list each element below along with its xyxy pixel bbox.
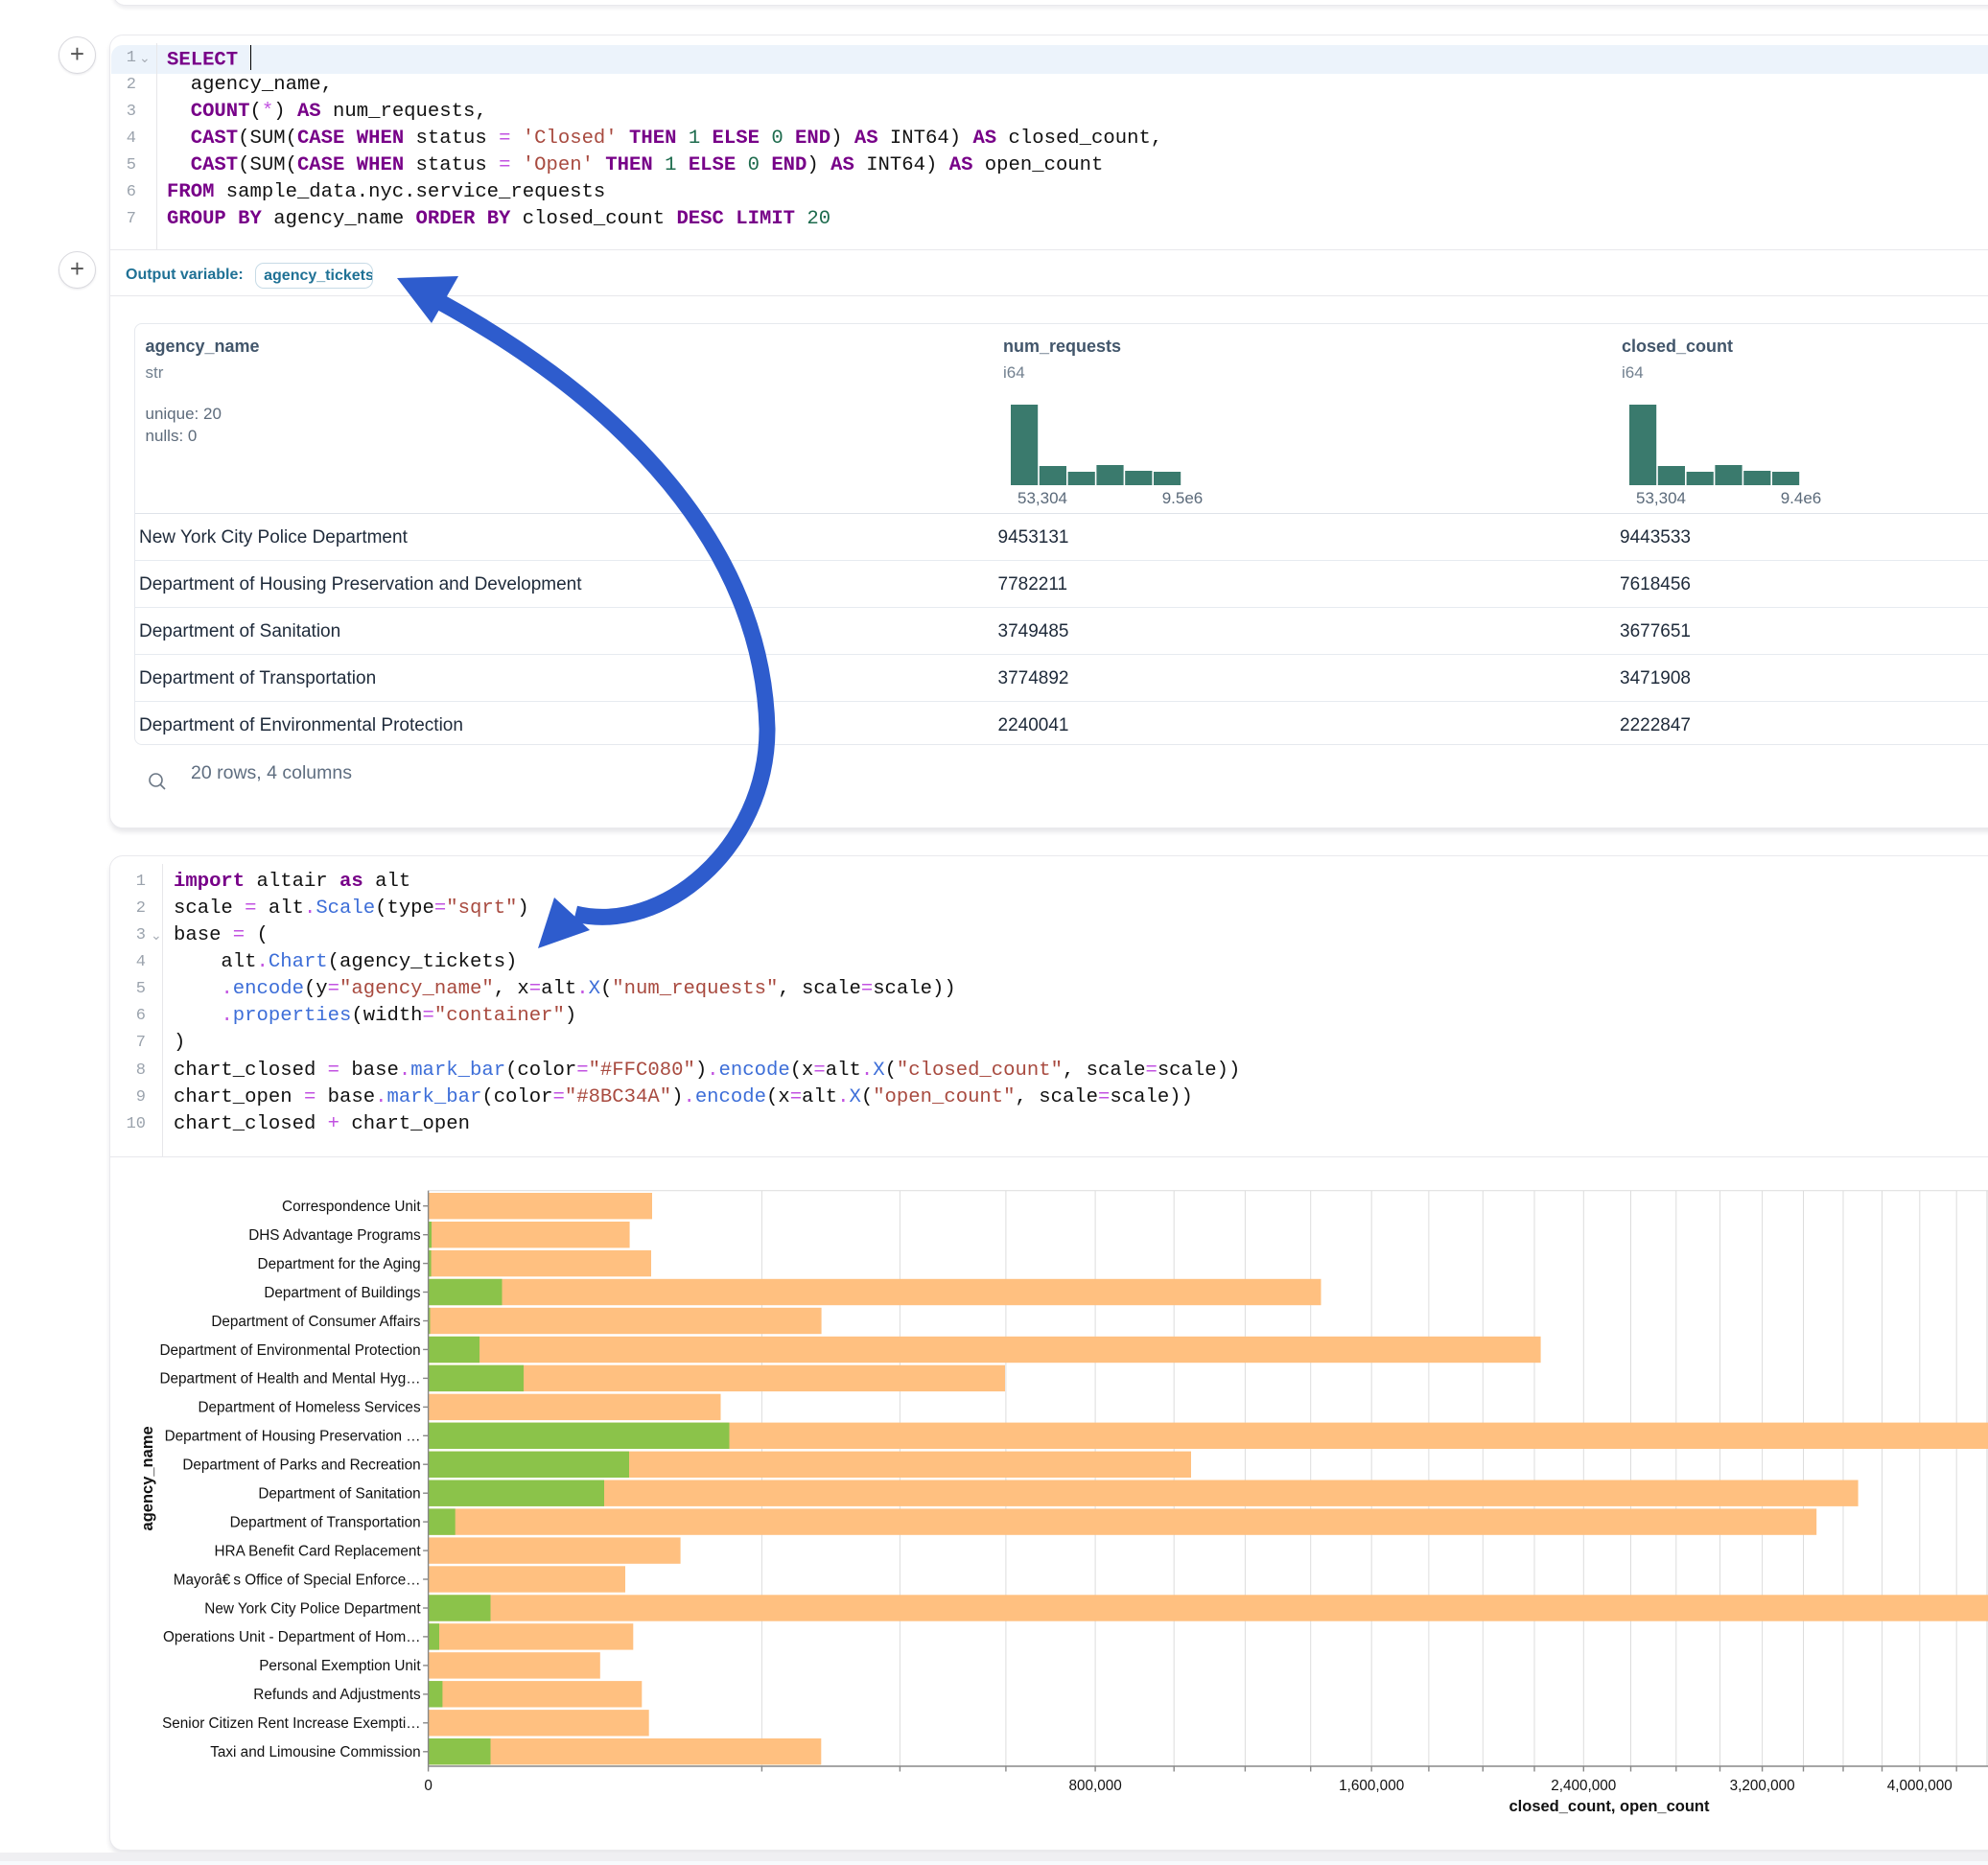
svg-text:Department for the Aging: Department for the Aging [258, 1256, 421, 1272]
svg-text:New York City Police Departmen: New York City Police Department [204, 1600, 421, 1617]
svg-text:closed_count, open_count: closed_count, open_count [1509, 1798, 1710, 1815]
svg-text:Taxi and Limousine Commission: Taxi and Limousine Commission [210, 1744, 420, 1760]
svg-text:Department of Housing Preserva: Department of Housing Preservation … [165, 1429, 421, 1445]
svg-text:4,000,000: 4,000,000 [1887, 1778, 1953, 1794]
svg-text:3,200,000: 3,200,000 [1730, 1778, 1795, 1794]
svg-text:Department of Parks and Recrea: Department of Parks and Recreation [182, 1457, 420, 1474]
svg-text:Department of Sanitation: Department of Sanitation [258, 1486, 420, 1503]
svg-text:agency_name: agency_name [139, 1426, 156, 1530]
svg-text:Department of Homeless Service: Department of Homeless Services [199, 1400, 421, 1416]
svg-text:Refunds and Adjustments: Refunds and Adjustments [253, 1687, 421, 1703]
svg-text:Department of Health and Menta: Department of Health and Mental Hyg… [160, 1371, 421, 1387]
svg-text:Department of Transportation: Department of Transportation [230, 1514, 421, 1530]
svg-text:Correspondence Unit: Correspondence Unit [282, 1199, 421, 1215]
svg-text:800,000: 800,000 [1068, 1778, 1121, 1794]
svg-text:2,400,000: 2,400,000 [1551, 1778, 1616, 1794]
svg-text:Personal Exemption Unit: Personal Exemption Unit [259, 1658, 421, 1674]
svg-text:DHS Advantage Programs: DHS Advantage Programs [248, 1227, 421, 1244]
svg-text:Department of Buildings: Department of Buildings [264, 1285, 421, 1301]
svg-text:1,600,000: 1,600,000 [1339, 1778, 1404, 1794]
svg-text:Department of Consumer Affairs: Department of Consumer Affairs [211, 1314, 421, 1330]
svg-text:Mayorâ€ s Office of Special En: Mayorâ€ s Office of Special Enforce… [174, 1572, 421, 1588]
svg-text:Operations Unit - Department o: Operations Unit - Department of Hom… [163, 1629, 421, 1645]
svg-text:0: 0 [424, 1778, 433, 1794]
svg-text:Department of Environmental Pr: Department of Environmental Protection [160, 1342, 421, 1359]
svg-text:HRA Benefit Card Replacement: HRA Benefit Card Replacement [214, 1543, 421, 1559]
svg-text:Senior Citizen Rent Increase E: Senior Citizen Rent Increase Exempti… [162, 1715, 421, 1732]
